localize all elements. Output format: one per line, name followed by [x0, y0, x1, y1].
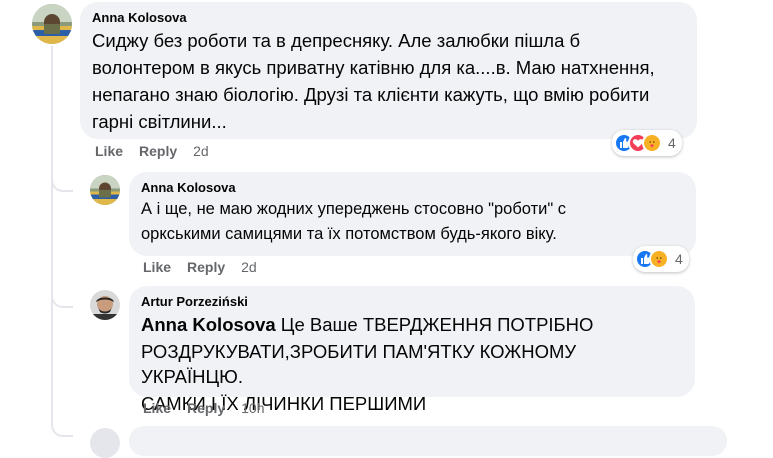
comment-bubble: [129, 426, 727, 456]
reply-button[interactable]: Reply: [139, 143, 177, 159]
comment-text-fragment: Це Ваше ТВЕРДЖЕННЯ ПОТРІБНО: [275, 314, 594, 335]
reaction-count: 4: [668, 135, 676, 151]
avatar[interactable]: [90, 175, 120, 205]
comment-author[interactable]: Anna Kolosova: [92, 10, 685, 26]
thread-branch: [51, 270, 73, 308]
avatar-image: [32, 4, 72, 44]
comment-text-line: Anna Kolosova Це Ваше ТВЕРДЖЕННЯ ПОТРІБН…: [141, 312, 683, 337]
thread-branch: [51, 160, 73, 192]
reply-button[interactable]: Reply: [187, 259, 225, 275]
comment-actions: Like Reply 2d: [143, 259, 257, 275]
mention-link[interactable]: Anna Kolosova: [141, 314, 276, 335]
comment-bubble: Anna Kolosova А і ще, не маю жодних упер…: [129, 172, 696, 256]
care-icon: [642, 133, 662, 153]
reply-button[interactable]: Reply: [187, 400, 225, 416]
comment-author[interactable]: Artur Porzeziński: [141, 294, 683, 310]
avatar[interactable]: [32, 4, 72, 44]
comment-actions: Like Reply 2d: [95, 143, 209, 159]
comment-timestamp[interactable]: 10h: [241, 400, 264, 416]
comment-text-line: волонтером в якусь приватну катівню для …: [92, 57, 655, 78]
thread-line: [51, 46, 53, 426]
avatar-image: [90, 290, 120, 320]
comment-bubble: Artur Porzeziński Anna Kolosova Це Ваше …: [129, 286, 695, 414]
like-button[interactable]: Like: [143, 259, 171, 275]
comment-text-line: А і ще, не маю жодних упереджень стосовн…: [141, 200, 567, 218]
comment-timestamp[interactable]: 2d: [193, 143, 209, 159]
comment-text-line: гарні світлини...: [92, 111, 227, 132]
comment-text-line: оркськими самицями та їх потомством будь…: [141, 225, 557, 243]
reaction-summary[interactable]: 4: [612, 130, 682, 156]
comment-text-line: Сиджу без роботи та в депресняку. Але за…: [92, 30, 581, 51]
reaction-count: 4: [675, 251, 683, 267]
like-button[interactable]: Like: [143, 400, 171, 416]
comment-author[interactable]: Anna Kolosova: [141, 180, 684, 196]
avatar[interactable]: [90, 428, 120, 458]
comment-bubble: Anna Kolosova Сиджу без роботи та в депр…: [80, 2, 697, 139]
care-icon: [649, 249, 669, 269]
reaction-summary[interactable]: 4: [633, 246, 689, 272]
avatar-image: [90, 175, 120, 205]
thread-branch: [51, 400, 73, 437]
comment-timestamp[interactable]: 2d: [241, 259, 257, 275]
like-button[interactable]: Like: [95, 143, 123, 159]
avatar[interactable]: [90, 290, 120, 320]
comment-actions: Like Reply 10h: [143, 400, 265, 416]
comment-text-line: РОЗДРУКУВАТИ,ЗРОБИТИ ПАМ'ЯТКУ КОЖНОМУ УК…: [141, 341, 577, 387]
comment-text-line: непагано знаю біологію. Друзі та клієнти…: [92, 84, 650, 105]
